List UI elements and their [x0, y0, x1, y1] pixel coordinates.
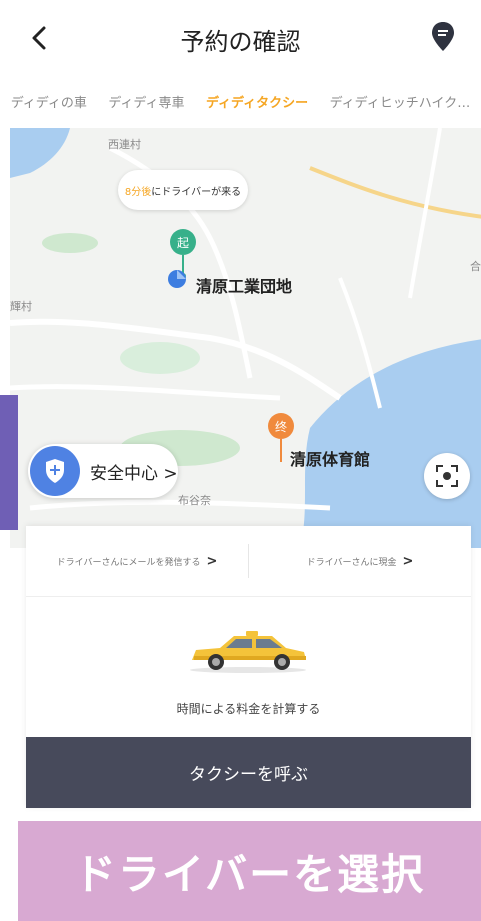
current-location-icon — [168, 270, 186, 288]
shield-plus-icon — [30, 446, 80, 496]
tab-didi-hitchhike[interactable]: ディディヒッチハイク… — [330, 92, 471, 111]
pickup-marker-text: 起 — [177, 236, 189, 250]
cash-driver-text: ドライバーさんに現金 — [306, 557, 397, 568]
map-label-right-edge: 合 — [470, 260, 481, 273]
caption-banner: ドライバーを選択 — [18, 821, 481, 921]
side-decoration — [0, 395, 18, 530]
message-driver-link[interactable]: ドライバーさんにメールを発信する > — [26, 554, 248, 569]
taxi-icon — [190, 631, 306, 673]
taxi-option[interactable]: 時間による料金を計算する — [26, 596, 471, 737]
locate-button[interactable] — [424, 453, 470, 499]
destination-marker-text: 终 — [275, 419, 287, 434]
location-pin-icon[interactable] — [429, 20, 457, 54]
safety-center-label: 安全中心 > — [90, 463, 178, 484]
cash-driver-arrow: > — [402, 553, 414, 569]
tab-didi-car[interactable]: ディディの車 — [11, 92, 87, 111]
fare-calc-label: 時間による料金を計算する — [176, 702, 321, 716]
service-tabs: ディディの車 ディディ専車 ディディタクシー ディディヒッチハイク… — [0, 78, 481, 124]
map-label-village-bottom: 布谷奈 — [178, 494, 211, 507]
call-taxi-button[interactable]: タクシーを呼ぶ — [26, 737, 471, 808]
message-driver-text: ドライバーさんにメールを発信する — [56, 557, 201, 568]
tab-didi-taxi[interactable]: ディディタクシー — [206, 92, 308, 111]
map-label-village-top: 西連村 — [108, 138, 141, 151]
page-title: 予約の確認 — [180, 28, 301, 56]
destination-label: 清原体育館 — [290, 450, 371, 469]
locate-icon — [436, 465, 458, 487]
map-label-village-left: 輝村 — [10, 300, 32, 313]
header: 予約の確認 — [0, 0, 481, 78]
eta-time: 8分後 — [124, 186, 152, 198]
safety-center-button[interactable]: 安全中心 > — [28, 444, 178, 498]
pickup-label: 清原工業団地 — [196, 277, 293, 296]
eta-text: にドライバーが来る — [151, 186, 242, 198]
booking-card: ドライバーさんにメールを発信する > ドライバーさんに現金 > 時間による料金を計算… — [26, 526, 471, 808]
eta-bubble: 8分後 にドライバーが来る — [118, 170, 248, 210]
card-links: ドライバーさんにメールを発信する > ドライバーさんに現金 > — [26, 526, 471, 597]
message-driver-arrow: > — [206, 553, 218, 569]
tab-didi-private[interactable]: ディディ専車 — [108, 92, 184, 111]
cash-driver-link[interactable]: ドライバーさんに現金 > — [249, 554, 471, 569]
